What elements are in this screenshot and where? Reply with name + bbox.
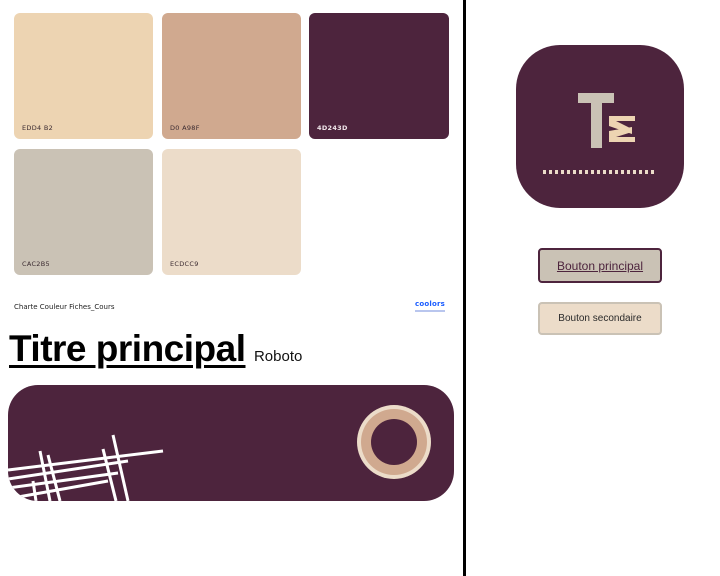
app-icon[interactable] <box>516 45 684 208</box>
swatch-code: 4D243D <box>317 124 348 132</box>
banner <box>8 385 454 501</box>
app-icon-graphic <box>516 45 684 208</box>
swatch-code: EDD4 B2 <box>22 124 54 132</box>
font-name-label: Roboto <box>253 348 303 365</box>
page-title: Titre principal <box>9 328 246 369</box>
palette-caption: Charte Couleur Fiches_Cours <box>14 303 115 311</box>
typography-sample: Titre principal Roboto <box>9 328 302 370</box>
swatch-code: CAC2B5 <box>22 260 50 268</box>
secondary-button[interactable]: Bouton secondaire <box>538 302 662 335</box>
swatch-edd4b2[interactable]: EDD4 B2 <box>14 13 153 139</box>
swatch-code: D0 A98F <box>170 124 200 132</box>
coolors-tagline-bar <box>415 310 445 312</box>
coolors-logo[interactable]: coolors <box>415 300 451 314</box>
swatch-ecdcc9[interactable]: ECDCC9 <box>162 149 301 275</box>
swatch-d0a98f[interactable]: D0 A98F <box>162 13 301 139</box>
banner-graphic <box>8 385 454 501</box>
palette-panel: EDD4 B2 D0 A98F 4D243D CAC2B5 ECDCC9 Cha… <box>0 0 464 576</box>
swatch-code: ECDCC9 <box>170 260 199 268</box>
coolors-wordmark: coolors <box>415 300 445 308</box>
primary-button[interactable]: Bouton principal <box>538 248 662 283</box>
swatch-cac2b5[interactable]: CAC2B5 <box>14 149 153 275</box>
components-panel: Bouton principal Bouton secondaire <box>466 0 720 576</box>
swatch-4d243d[interactable]: 4D243D <box>309 13 449 139</box>
